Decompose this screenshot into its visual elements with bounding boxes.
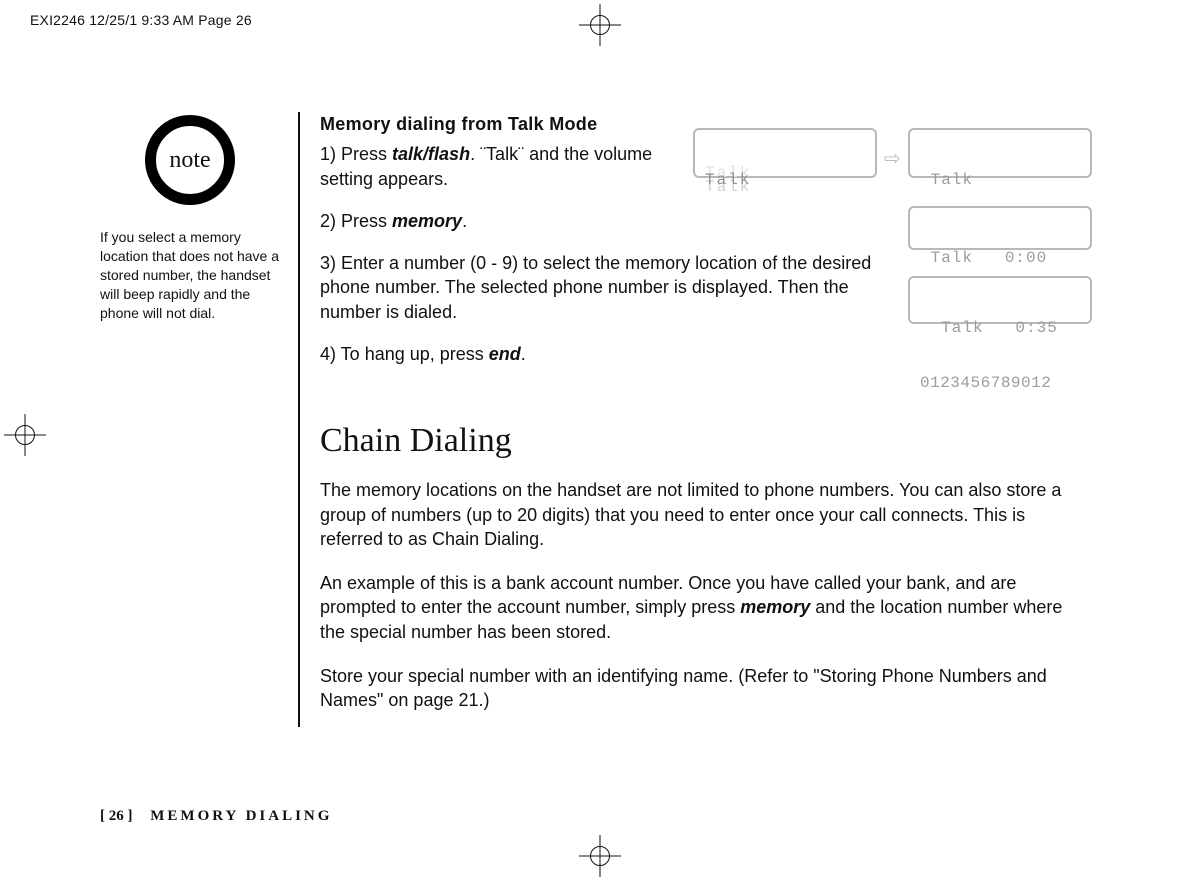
step-4-text-a: 4) To hang up, press bbox=[320, 344, 489, 364]
registration-mark-top bbox=[579, 4, 621, 46]
step-3: 3) Enter a number (0 - 9) to select the … bbox=[320, 251, 890, 324]
chain-paragraph-2: An example of this is a bank account num… bbox=[320, 571, 1080, 644]
note-paragraph: If you select a memory location that doe… bbox=[100, 228, 280, 322]
lcd-time-line1: Talk 0:00 bbox=[920, 249, 1082, 267]
lcd-number-line2: 0123456789012 bbox=[920, 374, 1082, 392]
step-4: 4) To hang up, press end. bbox=[320, 342, 890, 366]
step-1-text-a: 1) Press bbox=[320, 144, 392, 164]
end-keyword: end bbox=[489, 344, 521, 364]
lcd-volume: Talk Volume High bbox=[908, 128, 1092, 178]
talk-flash-keyword: talk/flash bbox=[392, 144, 470, 164]
footer-title: MEMORY DIALING bbox=[150, 808, 332, 824]
note-badge: note bbox=[145, 115, 235, 205]
step-1: 1) Press talk/flash. ¨Talk¨ and the volu… bbox=[320, 142, 680, 191]
crop-header: EXI2246 12/25/1 9:33 AM Page 26 bbox=[30, 12, 252, 28]
registration-mark-bottom bbox=[579, 835, 621, 877]
chain-paragraph-1: The memory locations on the handset are … bbox=[320, 478, 1080, 551]
arrow-right-icon: ⇨ bbox=[884, 146, 901, 171]
step-2-text-a: 2) Press bbox=[320, 211, 392, 231]
chain-dialing-body: The memory locations on the handset are … bbox=[320, 478, 1090, 712]
note-badge-label: note bbox=[169, 147, 210, 174]
lcd-number-line1: Talk 0:35 bbox=[920, 319, 1082, 337]
lcd-time: Talk 0:00 bbox=[908, 206, 1092, 250]
chain-paragraph-3: Store your special number with an identi… bbox=[320, 664, 1080, 713]
lcd-talk-ghost-1: Talk bbox=[705, 171, 751, 189]
lcd-talk-animated: Talk Talk Talk bbox=[693, 128, 877, 178]
lcd-number: Talk 0:35 0123456789012 bbox=[908, 276, 1092, 324]
registration-mark-left bbox=[4, 414, 46, 456]
vertical-rule bbox=[298, 112, 300, 727]
step-2-text-b: . bbox=[462, 211, 467, 231]
memory-keyword: memory bbox=[392, 211, 462, 231]
page-number: [ 26 ] bbox=[100, 808, 133, 824]
memory-keyword-2: memory bbox=[740, 597, 810, 617]
lcd-volume-line1: Talk bbox=[920, 171, 1082, 189]
page-footer: [ 26 ] MEMORY DIALING bbox=[100, 808, 332, 825]
step-4-text-b: . bbox=[521, 344, 526, 364]
manual-page: EXI2246 12/25/1 9:33 AM Page 26 note If … bbox=[0, 0, 1200, 881]
